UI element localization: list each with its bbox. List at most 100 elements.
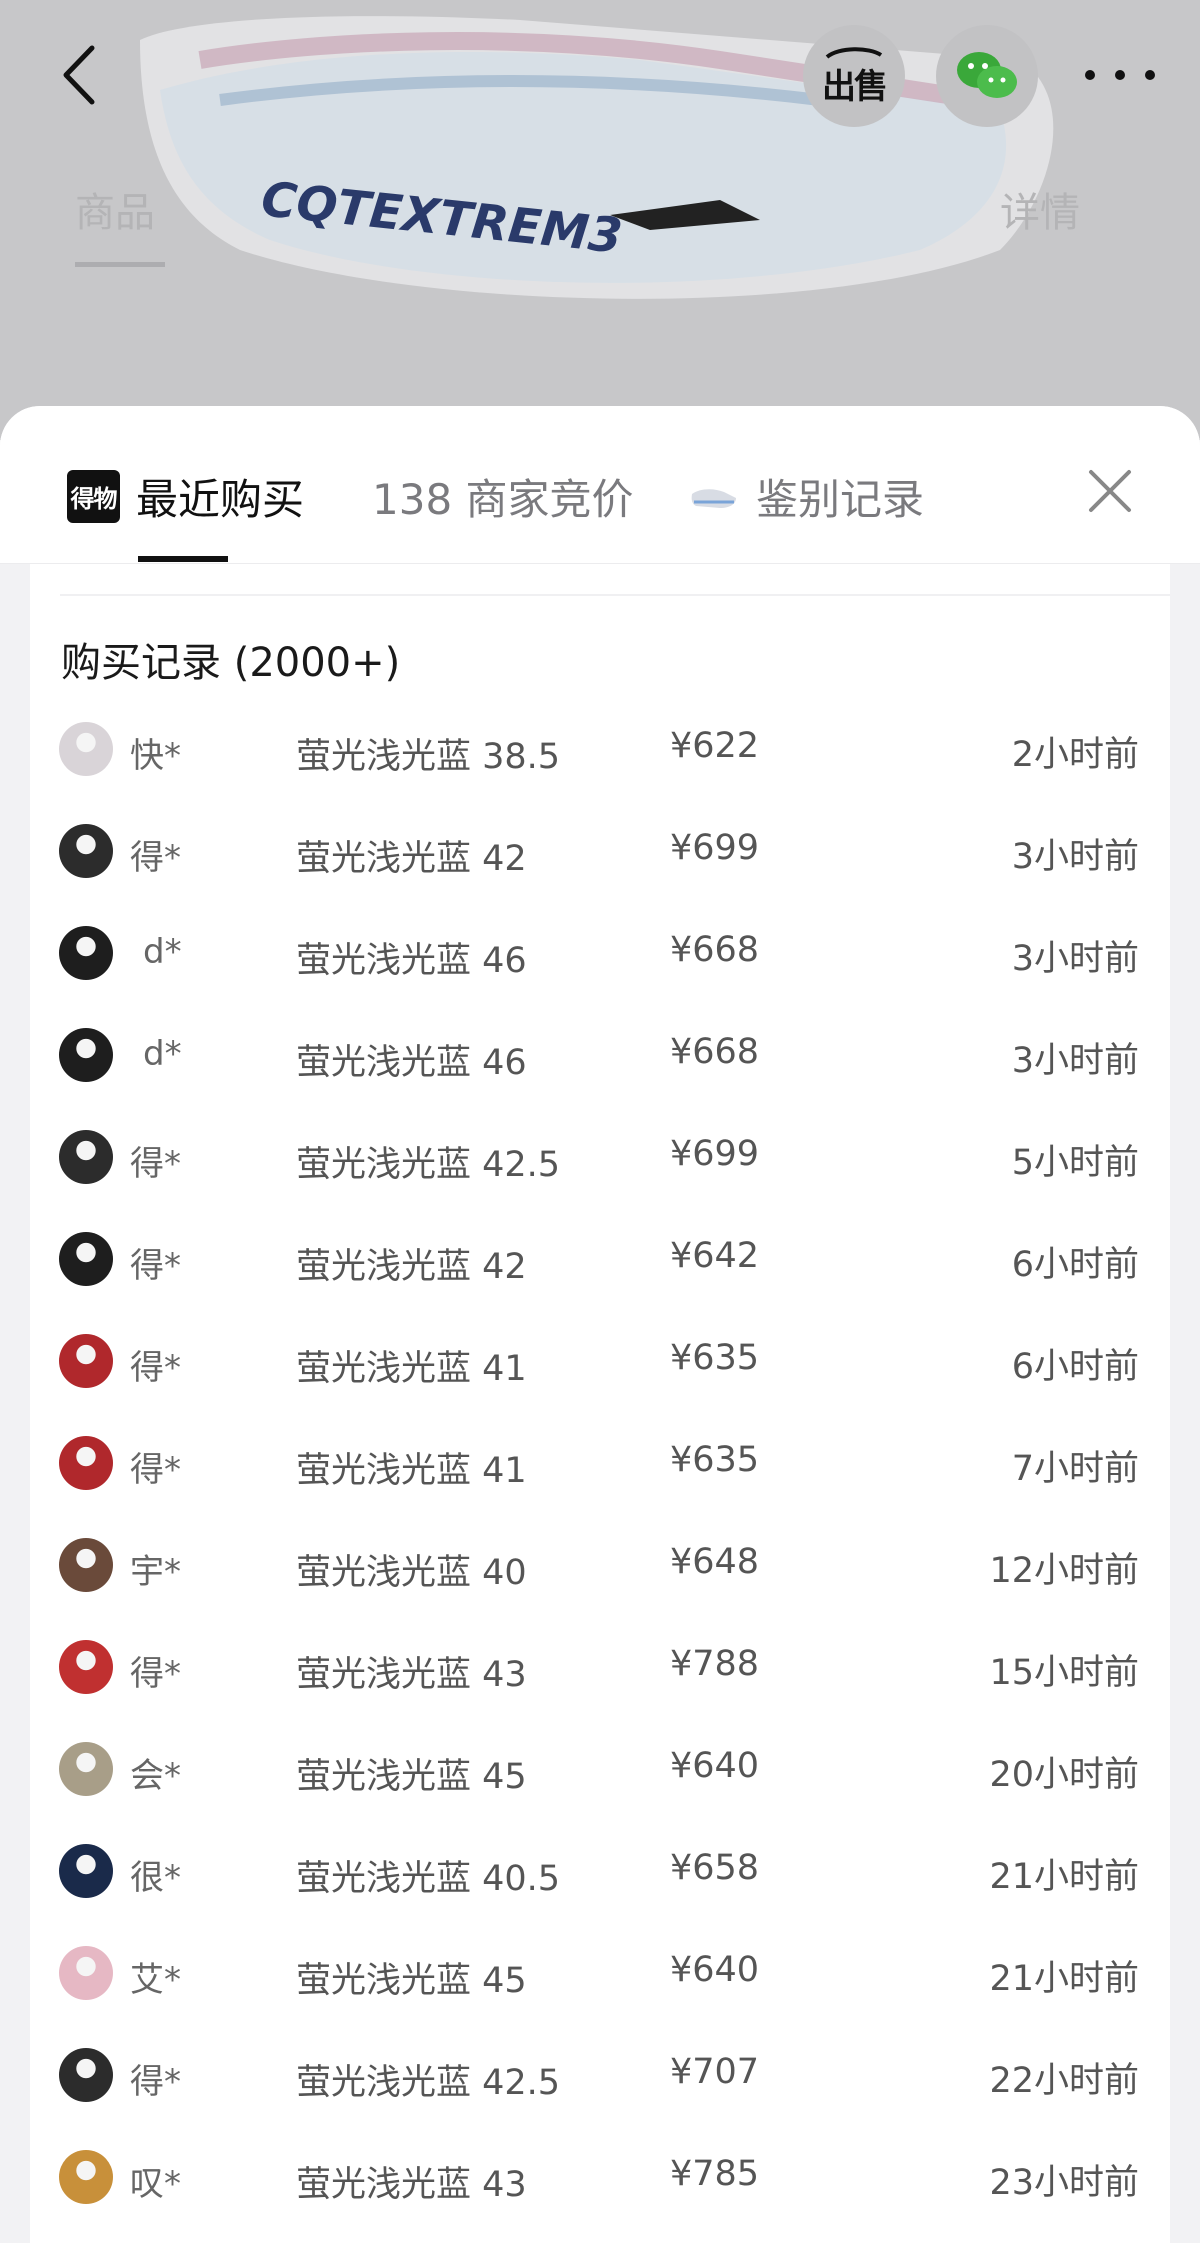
purchase-price: ¥788: [670, 1644, 760, 1684]
records-list: 快* 萤光浅光蓝 38.5 ¥622 2小时前 得* 萤光浅光蓝 42 ¥699…: [30, 704, 1170, 2234]
purchase-spec: 萤光浅光蓝 40: [296, 1553, 527, 1593]
purchase-record-row: 快* 萤光浅光蓝 38.5 ¥622 2小时前: [30, 704, 1170, 806]
purchase-price: ¥642: [670, 1236, 760, 1276]
buyer-name: 得*: [130, 1654, 181, 1694]
purchase-spec: 萤光浅光蓝 42: [296, 1247, 527, 1287]
buyer-name: 艾*: [130, 1960, 181, 2000]
purchase-time: 15小时前: [989, 1653, 1139, 1693]
avatar: [59, 1640, 113, 1694]
avatar: [59, 824, 113, 878]
purchase-price: ¥658: [670, 1848, 760, 1888]
buyer-name: d*: [143, 1034, 182, 1074]
purchase-record-row: d* 萤光浅光蓝 46 ¥668 3小时前: [30, 1010, 1170, 1112]
divider: [60, 594, 1170, 596]
purchase-time: 6小时前: [1011, 1245, 1139, 1285]
product-shoe-image: CQTEXTREM3: [140, 16, 1054, 299]
purchase-spec: 萤光浅光蓝 40.5: [296, 1859, 561, 1899]
purchase-record-row: 宇* 萤光浅光蓝 40 ¥648 12小时前: [30, 1520, 1170, 1622]
back-button[interactable]: [52, 40, 112, 110]
tab-auth-records[interactable]: 鉴别记录: [690, 466, 924, 526]
chevron-left-icon: [63, 45, 95, 105]
wechat-icon: [957, 52, 1017, 98]
purchase-time: 21小时前: [989, 1959, 1139, 1999]
purchase-price: ¥635: [670, 1338, 760, 1378]
dewu-logo-icon: 得物: [67, 469, 120, 523]
buyer-name: 会*: [130, 1756, 181, 1796]
bg-tab-underline: [75, 262, 165, 267]
purchase-spec: 萤光浅光蓝 42.5: [296, 2063, 561, 2103]
tab-merchant-bids-label: 138 商家竞价: [372, 474, 634, 524]
purchase-spec: 萤光浅光蓝 46: [296, 941, 527, 981]
purchase-spec: 萤光浅光蓝 38.5: [296, 737, 561, 777]
purchase-price: ¥668: [670, 1032, 760, 1072]
sell-button[interactable]: 出售: [803, 25, 905, 127]
purchase-record-row: 得* 萤光浅光蓝 41 ¥635 7小时前: [30, 1418, 1170, 1520]
purchase-spec: 萤光浅光蓝 42: [296, 839, 527, 879]
buyer-name: 很*: [130, 1858, 181, 1898]
purchase-spec: 萤光浅光蓝 42.5: [296, 1145, 561, 1185]
purchase-spec: 萤光浅光蓝 46: [296, 1043, 527, 1083]
purchase-record-row: 得* 萤光浅光蓝 42.5 ¥707 22小时前: [30, 2030, 1170, 2132]
avatar: [59, 1130, 113, 1184]
purchase-record-row: 艾* 萤光浅光蓝 45 ¥640 21小时前: [30, 1928, 1170, 2030]
purchase-record-row: 叹* 萤光浅光蓝 43 ¥785 23小时前: [30, 2132, 1170, 2234]
avatar: [59, 1232, 113, 1286]
more-dot-icon: [1115, 70, 1125, 80]
purchase-spec: 萤光浅光蓝 43: [296, 2165, 527, 2205]
purchase-price: ¥699: [670, 828, 760, 868]
purchase-price: ¥707: [670, 2052, 760, 2092]
purchase-record-row: 得* 萤光浅光蓝 41 ¥635 6小时前: [30, 1316, 1170, 1418]
avatar: [59, 1946, 113, 2000]
sell-arrows-icon: [825, 46, 883, 59]
purchase-record-row: 会* 萤光浅光蓝 45 ¥640 20小时前: [30, 1724, 1170, 1826]
purchase-time: 23小时前: [989, 2163, 1139, 2203]
purchase-time: 3小时前: [1011, 939, 1139, 979]
purchase-records-sheet: 得物 最近购买 138 商家竞价 鉴别记录 购买记录 (2000+) 快* 萤光…: [0, 406, 1200, 2243]
buyer-name: 宇*: [130, 1552, 181, 1592]
bg-tab-detail: 详情: [1000, 190, 1080, 236]
tab-auth-records-label: 鉴别记录: [756, 474, 925, 524]
buyer-name: 得*: [130, 838, 181, 878]
tab-recent-purchase[interactable]: 得物 最近购买: [67, 466, 304, 526]
buyer-name: 叹*: [130, 2164, 181, 2204]
purchase-time: 6小时前: [1011, 1347, 1139, 1387]
buyer-name: 得*: [130, 1450, 181, 1490]
wechat-share-button[interactable]: [936, 25, 1038, 127]
purchase-spec: 萤光浅光蓝 41: [296, 1349, 527, 1389]
active-tab-indicator: [138, 556, 228, 562]
purchase-price: ¥785: [670, 2154, 760, 2194]
purchase-price: ¥699: [670, 1134, 760, 1174]
avatar: [59, 1844, 113, 1898]
avatar: [59, 2150, 113, 2204]
product-background: CQTEXTREM3 商品 详情 出售: [0, 0, 1200, 440]
purchase-price: ¥622: [670, 726, 760, 766]
purchase-time: 7小时前: [1011, 1449, 1139, 1489]
buyer-name: 得*: [130, 1348, 181, 1388]
purchase-records-card: 购买记录 (2000+) 快* 萤光浅光蓝 38.5 ¥622 2小时前 得* …: [30, 564, 1170, 2243]
more-dot-icon: [1145, 70, 1155, 80]
purchase-time: 21小时前: [989, 1857, 1139, 1897]
purchase-price: ¥640: [670, 1746, 760, 1786]
purchase-spec: 萤光浅光蓝 43: [296, 1655, 527, 1695]
avatar: [59, 2048, 113, 2102]
purchase-time: 20小时前: [989, 1755, 1139, 1795]
shoe-thumbnail-icon: [691, 489, 736, 508]
purchase-spec: 萤光浅光蓝 45: [296, 1757, 527, 1797]
close-button[interactable]: [1085, 466, 1135, 516]
bg-tab-product: 商品: [75, 190, 155, 236]
avatar: [59, 1538, 113, 1592]
tab-merchant-bids[interactable]: 138 商家竞价: [372, 466, 634, 526]
buyer-name: 得*: [130, 1246, 181, 1286]
purchase-time: 22小时前: [989, 2061, 1139, 2101]
buyer-name: 得*: [130, 2062, 181, 2102]
purchase-record-row: 很* 萤光浅光蓝 40.5 ¥658 21小时前: [30, 1826, 1170, 1928]
sheet-tab-bar: 得物 最近购买 138 商家竞价 鉴别记录: [0, 406, 1200, 564]
sell-label: 出售: [822, 66, 888, 107]
purchase-time: 5小时前: [1011, 1143, 1139, 1183]
purchase-record-row: 得* 萤光浅光蓝 42 ¥699 3小时前: [30, 806, 1170, 908]
avatar: [59, 1028, 113, 1082]
purchase-record-row: 得* 萤光浅光蓝 42.5 ¥699 5小时前: [30, 1112, 1170, 1214]
more-button[interactable]: [1085, 60, 1155, 90]
close-icon: [1089, 470, 1131, 512]
buyer-name: d*: [143, 932, 182, 972]
